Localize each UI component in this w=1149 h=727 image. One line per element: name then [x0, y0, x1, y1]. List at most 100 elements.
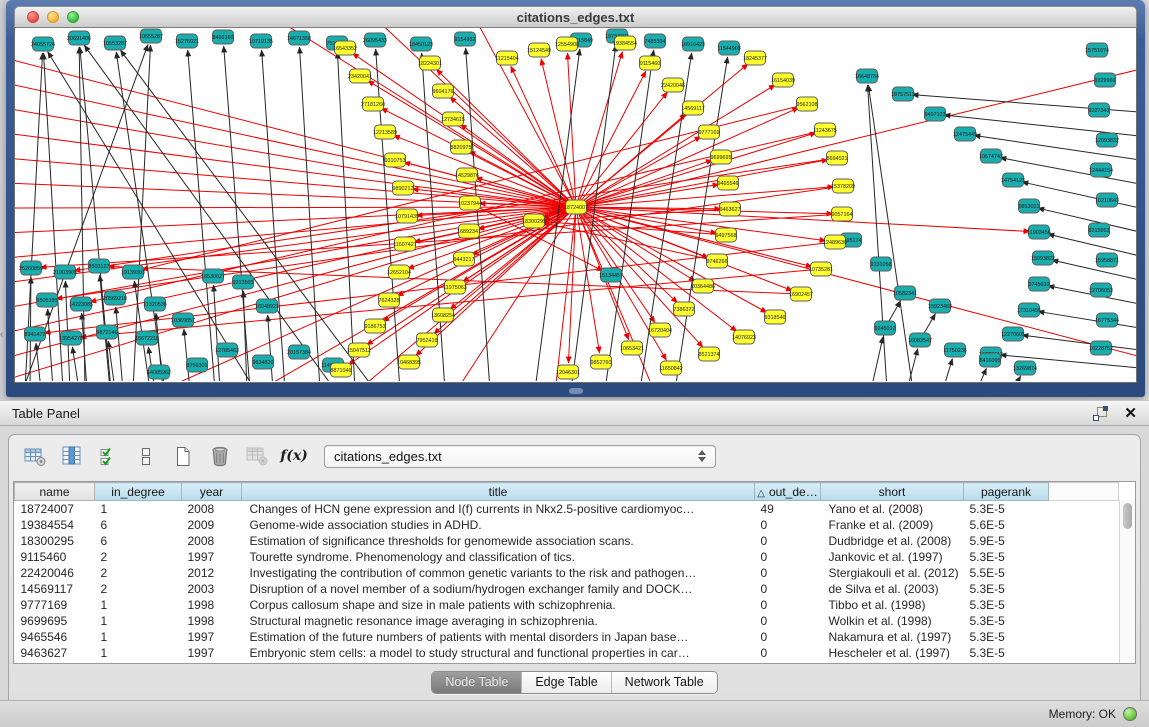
table-row[interactable]: 1456911722003Disruption of a novel membe… — [15, 581, 1119, 597]
graph-node[interactable]: 15958871 — [1095, 253, 1119, 267]
table-cell[interactable]: 0 — [755, 533, 821, 549]
table-cell[interactable]: 2003 — [182, 581, 242, 597]
graph-node[interactable]: 16720404 — [648, 323, 672, 337]
graph-node[interactable]: 9777169 — [699, 125, 720, 139]
graph-node[interactable]: 11243675 — [813, 123, 837, 137]
table-cell[interactable]: 5.3E-5 — [964, 581, 1049, 597]
graph-node[interactable]: 17310455 — [1017, 303, 1041, 317]
graph-node[interactable]: 26095433 — [363, 33, 387, 47]
table-cell[interactable]: 2 — [95, 581, 182, 597]
delete-column-icon[interactable] — [207, 443, 233, 469]
graph-node[interactable]: 10653421 — [620, 341, 644, 355]
graph-node[interactable]: 9310753 — [385, 153, 406, 167]
graph-node[interactable]: 14085962 — [147, 365, 171, 379]
table-cell[interactable]: Dudbridge et al. (2008) — [821, 533, 964, 549]
graph-node[interactable]: 12706053 — [1089, 283, 1113, 297]
table-row[interactable]: 969969511998Structural magnetic resonanc… — [15, 613, 1119, 629]
table-cell[interactable]: Investigating the contribution of common… — [242, 565, 755, 581]
column-header-in_degree[interactable]: in_degree — [95, 483, 182, 501]
graph-node[interactable]: 14754123 — [1001, 173, 1025, 187]
table-cell[interactable]: 0 — [755, 629, 821, 645]
graph-node[interactable]: 9057164 — [832, 207, 853, 221]
graph-node[interactable]: 9852760 — [591, 355, 612, 369]
graph-node[interactable]: 16648784 — [855, 69, 879, 83]
graph-node[interactable]: 11750236 — [943, 343, 967, 357]
graph-node[interactable]: 16775344 — [1095, 313, 1119, 327]
graph-node[interactable]: 8215953 — [1089, 223, 1110, 237]
graph-node[interactable]: 18450123 — [409, 37, 433, 51]
column-header-short[interactable]: short — [821, 483, 964, 501]
table-cell[interactable]: 9777169 — [15, 597, 95, 613]
table-cell[interactable]: 0 — [755, 645, 821, 661]
graph-node[interactable]: 15672218 — [135, 331, 159, 345]
table-cell[interactable]: de Silva et al. (2003) — [821, 581, 964, 597]
graph-node[interactable]: 19139303 — [121, 265, 145, 279]
graph-node[interactable]: 9115460 — [640, 56, 661, 70]
graph-node[interactable]: 22420046 — [661, 78, 685, 92]
table-cell[interactable]: Embryonic stem cells: a model to study s… — [242, 645, 755, 661]
graph-node[interactable]: 20157384 — [287, 345, 311, 359]
scrollbar-thumb[interactable] — [1123, 503, 1132, 529]
table-row[interactable]: 1938455462009Genome-wide association stu… — [15, 517, 1119, 533]
function-builder-icon[interactable]: f(x) — [281, 443, 307, 469]
table-cell[interactable]: Estimation of significance thresholds fo… — [242, 533, 755, 549]
table-cell[interactable]: 0 — [755, 581, 821, 597]
graph-node[interactable]: 20364486 — [691, 279, 715, 293]
tab-edge-table[interactable]: Edge Table — [521, 672, 610, 693]
table-cell[interactable]: Yano et al. (2008) — [821, 501, 964, 518]
window-resize-grip[interactable] — [569, 388, 583, 394]
table-cell[interactable]: 1998 — [182, 613, 242, 629]
graph-node[interactable]: 10674743 — [979, 149, 1003, 163]
table-settings-icon[interactable] — [22, 443, 48, 469]
table-cell[interactable]: 9463627 — [15, 645, 95, 661]
graph-node[interactable]: 14671358 — [287, 31, 311, 45]
graph-node[interactable]: 12444154 — [1089, 163, 1113, 177]
graph-node[interactable]: 10228752 — [1089, 341, 1113, 355]
graph-node[interactable]: 9604176 — [433, 84, 454, 98]
table-cell[interactable]: 2 — [95, 549, 182, 565]
graph-node[interactable]: 10735281 — [809, 262, 833, 276]
graph-node[interactable]: 10468395 — [397, 355, 421, 369]
graph-node[interactable]: 15923468 — [928, 299, 952, 313]
tab-network-table[interactable]: Network Table — [611, 672, 717, 693]
table-cell[interactable]: Nakamura et al. (1997) — [821, 629, 964, 645]
graph-node[interactable]: 8820975 — [451, 140, 472, 154]
network-canvas[interactable]: 2405572420691406105532871065528715276021… — [14, 28, 1137, 383]
graph-node[interactable]: 12554908 — [555, 37, 579, 51]
graph-node[interactable]: 15378209 — [831, 179, 855, 193]
table-cell[interactable]: 1 — [95, 501, 182, 518]
table-cell[interactable]: 2012 — [182, 565, 242, 581]
graph-node[interactable]: 16048921 — [255, 299, 279, 313]
graph-node[interactable]: 16543352 — [333, 41, 357, 55]
table-cell[interactable]: 5.9E-5 — [964, 533, 1049, 549]
table-cell[interactable]: 5.3E-5 — [964, 597, 1049, 613]
graph-node[interactable]: 9634820 — [253, 355, 274, 369]
graph-node[interactable]: 18724007 — [564, 200, 588, 214]
graph-node[interactable]: 11607427 — [393, 237, 417, 251]
table-cell[interactable]: 6 — [95, 517, 182, 533]
graph-node[interactable]: 16916423 — [681, 37, 705, 51]
graph-node[interactable]: 18757513 — [891, 87, 915, 101]
table-cell[interactable]: 1 — [95, 645, 182, 661]
graph-node[interactable]: 10369857 — [171, 313, 195, 327]
graph-node[interactable]: 10655287 — [139, 29, 163, 43]
table-cell[interactable]: 9115460 — [15, 549, 95, 565]
graph-node[interactable]: 9213505 — [233, 275, 254, 289]
table-cell[interactable]: 49 — [755, 501, 821, 518]
table-cell[interactable]: Corpus callosum shape and size in male p… — [242, 597, 755, 613]
graph-node[interactable]: 9227343 — [1089, 103, 1110, 117]
graph-node[interactable]: 16154039 — [771, 73, 795, 87]
table-cell[interactable]: 5.6E-5 — [964, 517, 1049, 533]
table-cell[interactable]: 2008 — [182, 533, 242, 549]
table-cell[interactable]: 1997 — [182, 629, 242, 645]
column-header-year[interactable]: year — [182, 483, 242, 501]
table-cell[interactable]: 2008 — [182, 501, 242, 518]
table-cell[interactable]: 0 — [755, 517, 821, 533]
close-panel-icon[interactable]: ✕ — [1124, 406, 1137, 421]
table-cell[interactable]: 5.3E-5 — [964, 549, 1049, 565]
graph-node[interactable]: 9131058 — [871, 257, 892, 271]
graph-node[interactable]: 9746266 — [707, 254, 728, 268]
column-visibility-icon[interactable] — [59, 443, 85, 469]
graph-node[interactable]: 14076923 — [732, 330, 756, 344]
graph-node[interactable]: 12213589 — [373, 125, 397, 139]
